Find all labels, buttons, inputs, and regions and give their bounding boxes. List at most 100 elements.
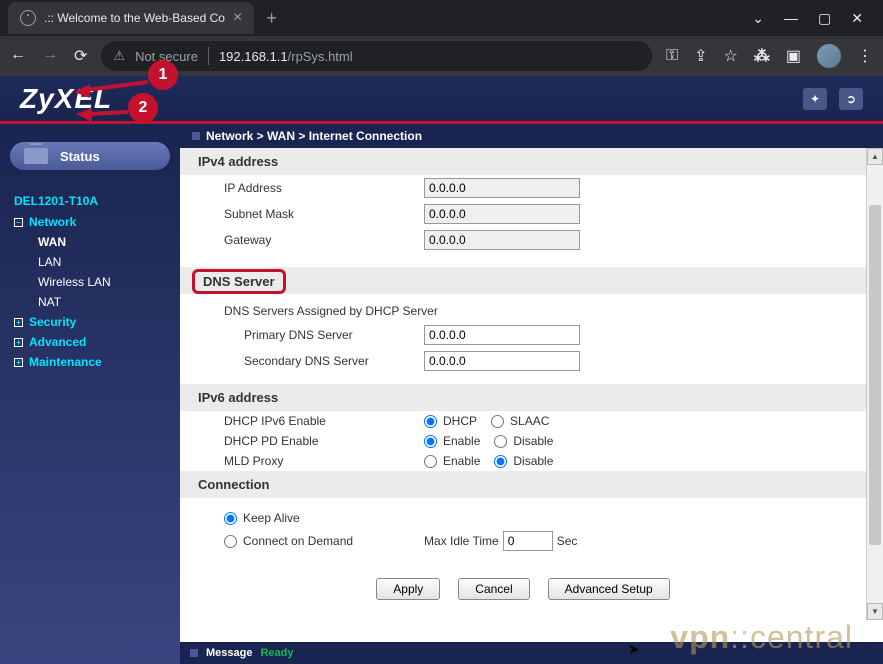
- menu-icon[interactable]: ⋮: [857, 46, 873, 66]
- dns-highlight: DNS Server: [192, 269, 286, 294]
- ip-address-label: IP Address: [224, 181, 424, 195]
- subnet-mask-label: Subnet Mask: [224, 207, 424, 221]
- pd-enable-label[interactable]: Enable: [443, 434, 480, 448]
- wizard-icon[interactable]: ✦: [803, 88, 827, 110]
- status-bar-value: Ready: [260, 647, 293, 659]
- new-tab-button[interactable]: +: [266, 8, 277, 29]
- extensions-icon[interactable]: ⁂: [754, 46, 770, 66]
- advanced-setup-button[interactable]: Advanced Setup: [548, 578, 670, 600]
- nav-buttons: ← → ⟳: [10, 46, 87, 66]
- breadcrumb-icon: [192, 132, 200, 140]
- pd-enable-radio[interactable]: [424, 435, 437, 448]
- content-area: Status DEL1201-T10A − Network WAN LAN Wi…: [0, 124, 883, 664]
- browser-tab[interactable]: .:: Welcome to the Web-Based Co ×: [8, 2, 254, 34]
- cancel-button[interactable]: Cancel: [458, 578, 529, 600]
- nav-label: Advanced: [29, 335, 86, 349]
- dhcp-ipv6-label: DHCP IPv6 Enable: [224, 414, 424, 428]
- globe-icon: [20, 10, 36, 26]
- tab-bar: .:: Welcome to the Web-Based Co × + ⌄ — …: [0, 0, 883, 36]
- sidebar-item-maintenance[interactable]: + Maintenance: [10, 352, 170, 372]
- sidebar-item-lan[interactable]: LAN: [10, 252, 170, 272]
- profile-avatar[interactable]: [817, 44, 841, 68]
- slaac-radio[interactable]: [491, 415, 504, 428]
- tab-title: .:: Welcome to the Web-Based Co: [44, 11, 225, 25]
- status-label: Status: [60, 149, 100, 164]
- scroll-track[interactable]: [867, 165, 883, 603]
- primary-dns-field[interactable]: [424, 325, 580, 345]
- header-icons: ✦ ➲: [803, 88, 863, 110]
- dns-subheader: DNS Servers Assigned by DHCP Server: [180, 300, 866, 322]
- gateway-label: Gateway: [224, 233, 424, 247]
- ip-address-field: [424, 178, 580, 198]
- panel-icon[interactable]: ▣: [786, 46, 801, 66]
- toolbar: ← → ⟳ ⚠ Not secure 192.168.1.1/rpSys.htm…: [0, 36, 883, 76]
- idle-unit: Sec: [557, 534, 578, 548]
- dhcp-radio[interactable]: [424, 415, 437, 428]
- keep-alive-radio[interactable]: [224, 512, 237, 525]
- sidebar-item-advanced[interactable]: + Advanced: [10, 332, 170, 352]
- on-demand-label[interactable]: Connect on Demand: [243, 534, 353, 548]
- expand-icon[interactable]: +: [14, 358, 23, 367]
- dhcp-radio-label[interactable]: DHCP: [443, 414, 477, 428]
- scroll-down-button[interactable]: ▼: [867, 603, 883, 620]
- status-bar: Message Ready: [180, 642, 883, 664]
- sidebar-item-security[interactable]: + Security: [10, 312, 170, 332]
- callout-1: 1: [148, 60, 178, 90]
- close-tab-icon[interactable]: ×: [233, 9, 242, 27]
- scroll-up-button[interactable]: ▲: [867, 148, 883, 165]
- slaac-radio-label[interactable]: SLAAC: [510, 414, 549, 428]
- subnet-mask-field: [424, 204, 580, 224]
- chevron-down-icon[interactable]: ⌄: [752, 10, 764, 27]
- warning-icon: ⚠: [113, 48, 125, 64]
- close-window-button[interactable]: ✕: [851, 10, 863, 27]
- nav-label: Network: [29, 215, 76, 229]
- forward-button[interactable]: →: [42, 46, 58, 66]
- primary-dns-label: Primary DNS Server: [244, 328, 424, 342]
- status-bar-icon: [190, 649, 198, 657]
- toolbar-right: ⚿ ⇪ ☆ ⁂ ▣ ⋮: [666, 44, 873, 68]
- on-demand-radio[interactable]: [224, 535, 237, 548]
- nav-label: Wireless LAN: [38, 275, 111, 289]
- browser-chrome: .:: Welcome to the Web-Based Co × + ⌄ — …: [0, 0, 883, 76]
- window-controls: ⌄ — ▢ ✕: [752, 10, 875, 27]
- back-button[interactable]: ←: [10, 46, 26, 66]
- pd-disable-label[interactable]: Disable: [513, 434, 553, 448]
- sidebar-item-network[interactable]: − Network: [10, 212, 170, 232]
- share-icon[interactable]: ⇪: [694, 46, 707, 66]
- mld-enable-radio[interactable]: [424, 455, 437, 468]
- mld-enable-label[interactable]: Enable: [443, 454, 480, 468]
- nav-label: NAT: [38, 295, 61, 309]
- mld-disable-label[interactable]: Disable: [513, 454, 553, 468]
- expand-icon[interactable]: +: [14, 338, 23, 347]
- minimize-button[interactable]: —: [784, 10, 798, 27]
- sidebar-item-nat[interactable]: NAT: [10, 292, 170, 312]
- status-button[interactable]: Status: [10, 142, 170, 170]
- reload-button[interactable]: ⟳: [74, 46, 87, 66]
- apply-button[interactable]: Apply: [376, 578, 440, 600]
- separator: [208, 47, 209, 65]
- logout-icon[interactable]: ➲: [839, 88, 863, 110]
- address-bar[interactable]: ⚠ Not secure 192.168.1.1/rpSys.html: [101, 41, 652, 71]
- sidebar-item-wan[interactable]: WAN: [10, 232, 170, 252]
- nav-label: LAN: [38, 255, 61, 269]
- star-icon[interactable]: ☆: [724, 46, 738, 66]
- key-icon[interactable]: ⚿: [666, 47, 678, 65]
- secondary-dns-field[interactable]: [424, 351, 580, 371]
- pd-disable-radio[interactable]: [494, 435, 507, 448]
- mld-disable-radio[interactable]: [494, 455, 507, 468]
- section-ipv4-header: IPv4 address: [180, 148, 866, 175]
- max-idle-field[interactable]: [503, 531, 553, 551]
- section-connection-header: Connection: [180, 471, 866, 498]
- breadcrumb: Network > WAN > Internet Connection: [180, 124, 883, 148]
- keep-alive-label[interactable]: Keep Alive: [243, 511, 300, 525]
- expand-icon[interactable]: +: [14, 318, 23, 327]
- maximize-button[interactable]: ▢: [818, 10, 831, 27]
- sidebar-item-wireless-lan[interactable]: Wireless LAN: [10, 272, 170, 292]
- device-name: DEL1201-T10A: [10, 194, 170, 208]
- collapse-icon[interactable]: −: [14, 218, 23, 227]
- router-icon: [24, 148, 48, 164]
- nav-label: WAN: [38, 235, 66, 249]
- callout-2: 2: [128, 93, 158, 123]
- scrollbar[interactable]: ▲ ▼: [866, 148, 883, 620]
- scroll-thumb[interactable]: [869, 205, 881, 545]
